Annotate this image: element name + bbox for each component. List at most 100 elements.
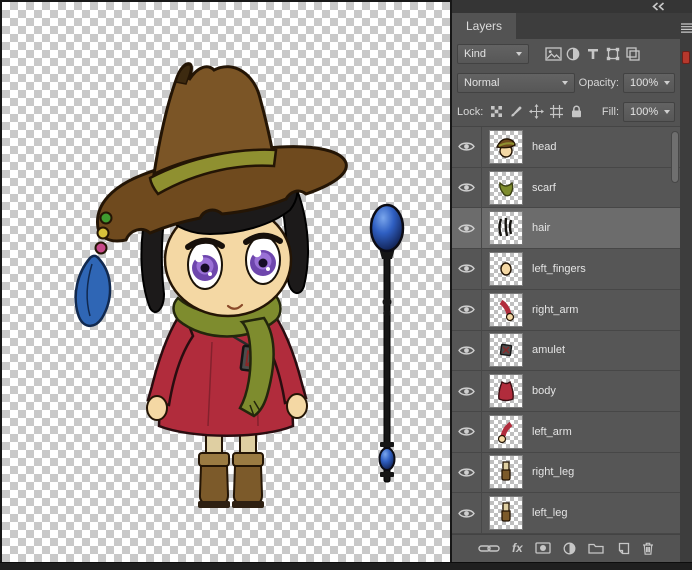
eye-icon (458, 386, 475, 396)
layer-name: right_arm (532, 303, 579, 316)
opacity-dropdown[interactable]: 100% (623, 72, 675, 93)
layer-name: amulet (532, 344, 566, 357)
layer-name: left_arm (532, 425, 572, 438)
visibility-cell[interactable] (452, 127, 482, 167)
visibility-cell[interactable] (452, 493, 482, 534)
adjustment-layer-filter-icon[interactable] (563, 44, 583, 64)
window-bottom-edge (0, 562, 692, 570)
layer-thumbnail[interactable] (489, 129, 523, 164)
thumb-right-arm-art (499, 299, 515, 321)
visibility-cell[interactable] (452, 167, 482, 208)
thumb-right-leg-art (501, 461, 511, 482)
eye-icon (458, 346, 475, 355)
layer-thumbnail[interactable] (489, 251, 523, 286)
layer-thumbnail[interactable] (489, 292, 523, 327)
lock-position-icon[interactable] (527, 103, 545, 121)
lock-all-icon[interactable] (567, 103, 585, 121)
character-head-art (74, 62, 348, 327)
layer-name: left_fingers (532, 262, 586, 275)
layer-row-hair[interactable]: hair (452, 208, 680, 250)
layer-list: head scarf hair left_fingers right_arm a… (452, 127, 680, 535)
layer-row-right-leg[interactable]: right_leg (452, 452, 680, 494)
layer-thumbnail[interactable] (489, 414, 523, 449)
thumb-left-arm-art (497, 421, 513, 443)
layer-row-right-arm[interactable]: right_arm (452, 289, 680, 331)
filter-row: Kind (452, 39, 680, 68)
smart-object-filter-icon[interactable] (623, 44, 643, 64)
layer-name: scarf (532, 181, 556, 194)
layer-style-fx-icon[interactable]: fx (512, 541, 523, 555)
layer-thumbnail[interactable] (489, 211, 523, 246)
pixel-layer-filter-icon[interactable] (543, 44, 563, 64)
layer-row-body[interactable]: body (452, 371, 680, 412)
document-canvas[interactable] (2, 2, 450, 562)
eye-icon (458, 427, 475, 436)
lock-image-pixels-icon[interactable] (507, 103, 525, 121)
tab-layers[interactable]: Layers (452, 13, 517, 39)
eye-icon (458, 305, 475, 314)
layer-name: head (532, 140, 557, 153)
visibility-cell[interactable] (452, 452, 482, 493)
scrollbar-thumb[interactable] (671, 131, 679, 183)
layers-panel: Layers Kind Normal Opacity: 100% Lock: F… (452, 0, 692, 562)
layer-thumbnail[interactable] (489, 455, 523, 490)
link-layers-icon[interactable] (478, 543, 500, 554)
lock-label: Lock: (457, 105, 484, 118)
thumb-left-fingers-art (500, 262, 512, 276)
thumb-body-art (498, 380, 514, 402)
layer-name: right_leg (532, 466, 575, 479)
collapse-panels-icon[interactable] (651, 2, 666, 11)
layer-name: hair (532, 222, 551, 235)
visibility-cell[interactable] (452, 289, 482, 330)
kind-filter-dropdown[interactable]: Kind (457, 43, 529, 64)
fill-dropdown[interactable]: 100% (623, 101, 675, 122)
lock-artboards-icon[interactable] (547, 103, 565, 121)
layer-row-amulet[interactable]: amulet (452, 330, 680, 372)
visibility-cell[interactable] (452, 371, 482, 411)
eye-icon (458, 142, 475, 151)
visibility-cell[interactable] (452, 208, 482, 249)
layer-thumbnail[interactable] (489, 333, 523, 368)
new-layer-icon[interactable] (616, 542, 630, 555)
layer-name: left_leg (532, 507, 568, 520)
eye-icon (458, 264, 475, 274)
chevron-down-icon (664, 80, 671, 85)
new-adjustment-layer-icon[interactable] (563, 542, 576, 555)
blend-mode-value: Normal (464, 76, 500, 89)
panel-tab-bar: Layers (452, 13, 692, 39)
visibility-cell[interactable] (452, 411, 482, 452)
blend-mode-dropdown[interactable]: Normal (457, 72, 575, 93)
lock-transparent-pixels-icon[interactable] (487, 103, 505, 121)
panel-dock-header (452, 0, 692, 13)
shape-layer-filter-icon[interactable] (603, 44, 623, 64)
fill-value: 100% (630, 105, 659, 118)
chevron-down-icon (664, 109, 671, 114)
visibility-cell[interactable] (452, 249, 482, 289)
layer-row-left-leg[interactable]: left_leg (452, 493, 680, 535)
type-layer-filter-icon[interactable] (583, 44, 603, 64)
add-layer-mask-icon[interactable] (535, 542, 551, 554)
visibility-cell[interactable] (452, 330, 482, 371)
layer-row-head[interactable]: head (452, 127, 680, 168)
layer-filter-toggle-icon[interactable] (682, 51, 690, 64)
layer-row-scarf[interactable]: scarf (452, 167, 680, 209)
layer-thumbnail[interactable] (489, 374, 523, 409)
layer-thumbnail[interactable] (489, 496, 523, 531)
layer-row-left-fingers[interactable]: left_fingers (452, 249, 680, 290)
fill-label: Fill: (601, 105, 619, 118)
layer-name: body (532, 385, 556, 398)
opacity-value: 100% (630, 76, 659, 89)
layer-row-left-arm[interactable]: left_arm (452, 411, 680, 453)
thumb-left-leg-art (501, 502, 511, 522)
thumb-head-art (495, 138, 516, 158)
panel-menu-icon[interactable] (680, 23, 692, 33)
layers-panel-body: Kind Normal Opacity: 100% Lock: Fill: 10… (452, 39, 680, 561)
eye-icon (458, 183, 475, 192)
blend-row: Normal Opacity: 100% (452, 68, 680, 97)
layer-thumbnail[interactable] (489, 170, 523, 205)
character-body-art (146, 294, 308, 508)
chevron-down-icon (562, 80, 568, 85)
delete-layer-trash-icon[interactable] (642, 542, 654, 555)
new-group-folder-icon[interactable] (588, 542, 604, 554)
kind-label: Kind (464, 47, 487, 60)
